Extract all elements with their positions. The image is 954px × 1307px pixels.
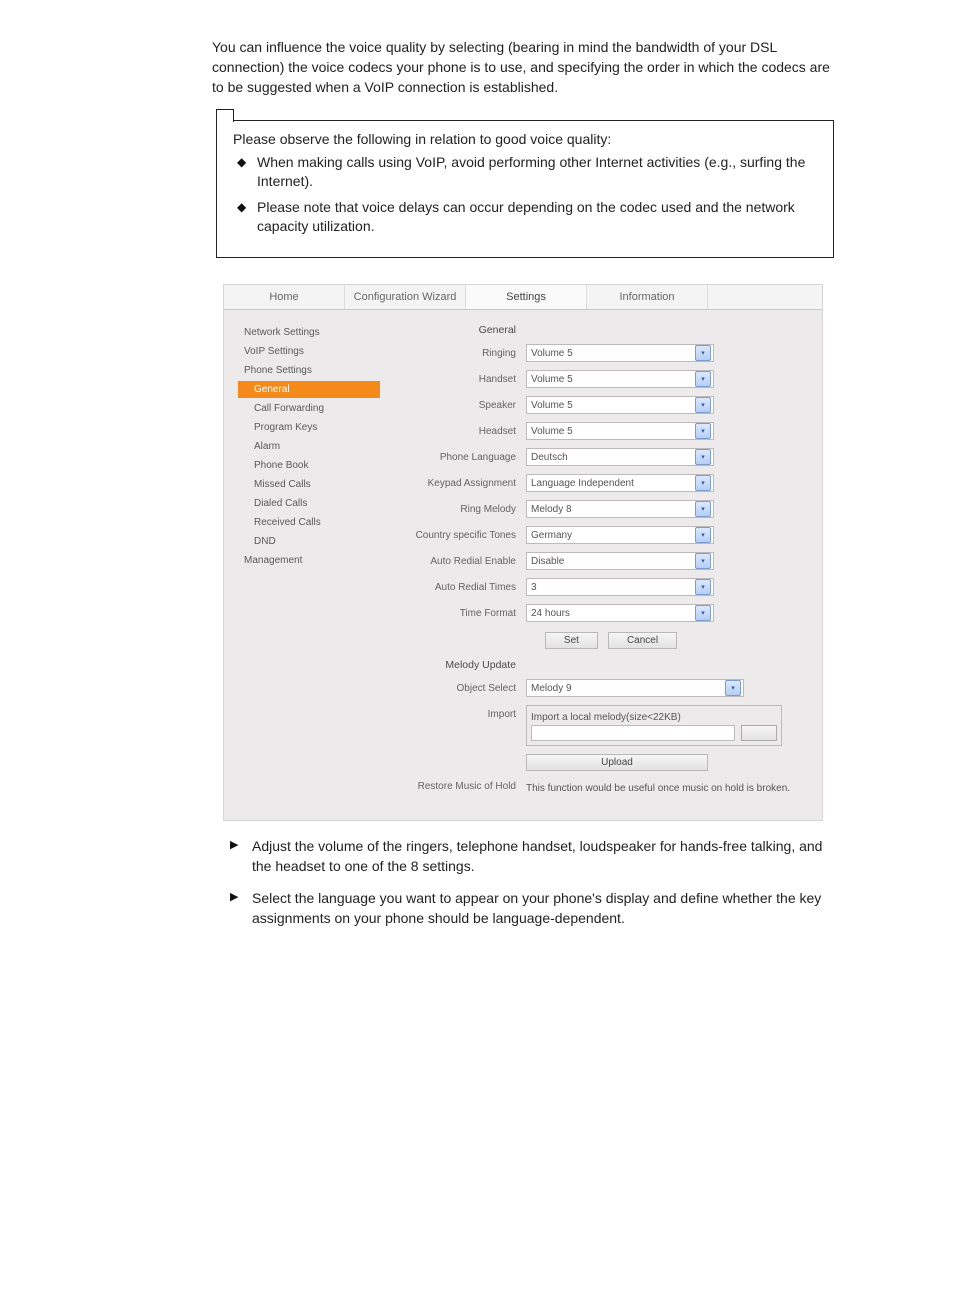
sidebar-item-phone-book[interactable]: Phone Book: [238, 457, 380, 474]
select-ring-melody[interactable]: Melody 8▾: [526, 500, 714, 518]
instruction-item: Adjust the volume of the ringers, teleph…: [230, 837, 834, 877]
label-country-tones: Country specific Tones: [392, 530, 526, 541]
select-phone-language[interactable]: Deutsch▾: [526, 448, 714, 466]
chevron-down-icon: ▾: [695, 423, 711, 439]
heading-melody-update: Melody Update: [392, 659, 526, 671]
sidebar-item-received-calls[interactable]: Received Calls: [238, 514, 380, 531]
sidebar-item-missed-calls[interactable]: Missed Calls: [238, 476, 380, 493]
chevron-down-icon: ▾: [695, 527, 711, 543]
label-keypad-assignment: Keypad Assignment: [392, 478, 526, 489]
chevron-down-icon: ▾: [695, 579, 711, 595]
restore-moh-text: This function would be useful once music…: [526, 781, 790, 794]
sidebar-item-alarm[interactable]: Alarm: [238, 438, 380, 455]
sidebar-item-dnd[interactable]: DND: [238, 533, 380, 550]
intro-paragraph: You can influence the voice quality by s…: [212, 38, 834, 98]
note-box: Please observe the following in relation…: [216, 120, 834, 258]
select-speaker[interactable]: Volume 5▾: [526, 396, 714, 414]
chevron-down-icon: ▾: [695, 449, 711, 465]
select-country-tones[interactable]: Germany▾: [526, 526, 714, 544]
chevron-down-icon: ▾: [695, 371, 711, 387]
upload-button[interactable]: Upload: [526, 754, 708, 771]
select-keypad-assignment[interactable]: Language Independent▾: [526, 474, 714, 492]
select-auto-redial-enable[interactable]: Disable▾: [526, 552, 714, 570]
label-import: Import: [392, 705, 526, 720]
label-speaker: Speaker: [392, 400, 526, 411]
note-item: When making calls using VoIP, avoid perf…: [237, 153, 817, 192]
select-time-format[interactable]: 24 hours▾: [526, 604, 714, 622]
tab-information[interactable]: Information: [587, 285, 708, 309]
chevron-down-icon: ▾: [695, 605, 711, 621]
file-path-input[interactable]: [531, 725, 735, 741]
select-ringing[interactable]: Volume 5▾: [526, 344, 714, 362]
select-headset[interactable]: Volume 5▾: [526, 422, 714, 440]
set-button[interactable]: Set: [545, 632, 598, 649]
heading-general: General: [392, 324, 526, 336]
select-handset[interactable]: Volume 5▾: [526, 370, 714, 388]
select-auto-redial-times[interactable]: 3▾: [526, 578, 714, 596]
note-tab: [216, 109, 234, 122]
sidebar-item-call-forwarding[interactable]: Call Forwarding: [238, 400, 380, 417]
settings-screenshot: Home Configuration Wizard Settings Infor…: [223, 284, 823, 821]
instruction-item: Select the language you want to appear o…: [230, 889, 834, 929]
note-lead: Please observe the following in relation…: [233, 131, 817, 147]
label-auto-redial-times: Auto Redial Times: [392, 582, 526, 593]
chevron-down-icon: ▾: [695, 501, 711, 517]
cancel-button[interactable]: Cancel: [608, 632, 677, 649]
sidebar-phone[interactable]: Phone Settings: [238, 362, 380, 379]
label-phone-language: Phone Language: [392, 452, 526, 463]
import-caption: Import a local melody(size<22KB): [531, 710, 777, 723]
sidebar-item-dialed-calls[interactable]: Dialed Calls: [238, 495, 380, 512]
note-item: Please note that voice delays can occur …: [237, 198, 817, 237]
chevron-down-icon: ▾: [695, 553, 711, 569]
main-panel: General RingingVolume 5▾ HandsetVolume 5…: [380, 324, 808, 802]
browse-button[interactable]: [741, 725, 777, 741]
label-headset: Headset: [392, 426, 526, 437]
label-ringing: Ringing: [392, 348, 526, 359]
sidebar-voip[interactable]: VoIP Settings: [238, 343, 380, 360]
label-object-select: Object Select: [392, 683, 526, 694]
tab-home[interactable]: Home: [224, 285, 345, 309]
label-ring-melody: Ring Melody: [392, 504, 526, 515]
sidebar-item-general[interactable]: General: [238, 381, 380, 398]
chevron-down-icon: ▾: [695, 345, 711, 361]
tab-config-wizard[interactable]: Configuration Wizard: [345, 285, 466, 309]
chevron-down-icon: ▾: [725, 680, 741, 696]
sidebar: Network Settings VoIP Settings Phone Set…: [238, 324, 380, 802]
label-handset: Handset: [392, 374, 526, 385]
sidebar-management[interactable]: Management: [238, 552, 380, 569]
tab-settings[interactable]: Settings: [466, 285, 587, 309]
select-object[interactable]: Melody 9▾: [526, 679, 744, 697]
chevron-down-icon: ▾: [695, 475, 711, 491]
label-time-format: Time Format: [392, 608, 526, 619]
sidebar-network[interactable]: Network Settings: [238, 324, 380, 341]
sidebar-item-program-keys[interactable]: Program Keys: [238, 419, 380, 436]
chevron-down-icon: ▾: [695, 397, 711, 413]
label-auto-redial-enable: Auto Redial Enable: [392, 556, 526, 567]
label-restore-moh: Restore Music of Hold: [392, 781, 526, 792]
